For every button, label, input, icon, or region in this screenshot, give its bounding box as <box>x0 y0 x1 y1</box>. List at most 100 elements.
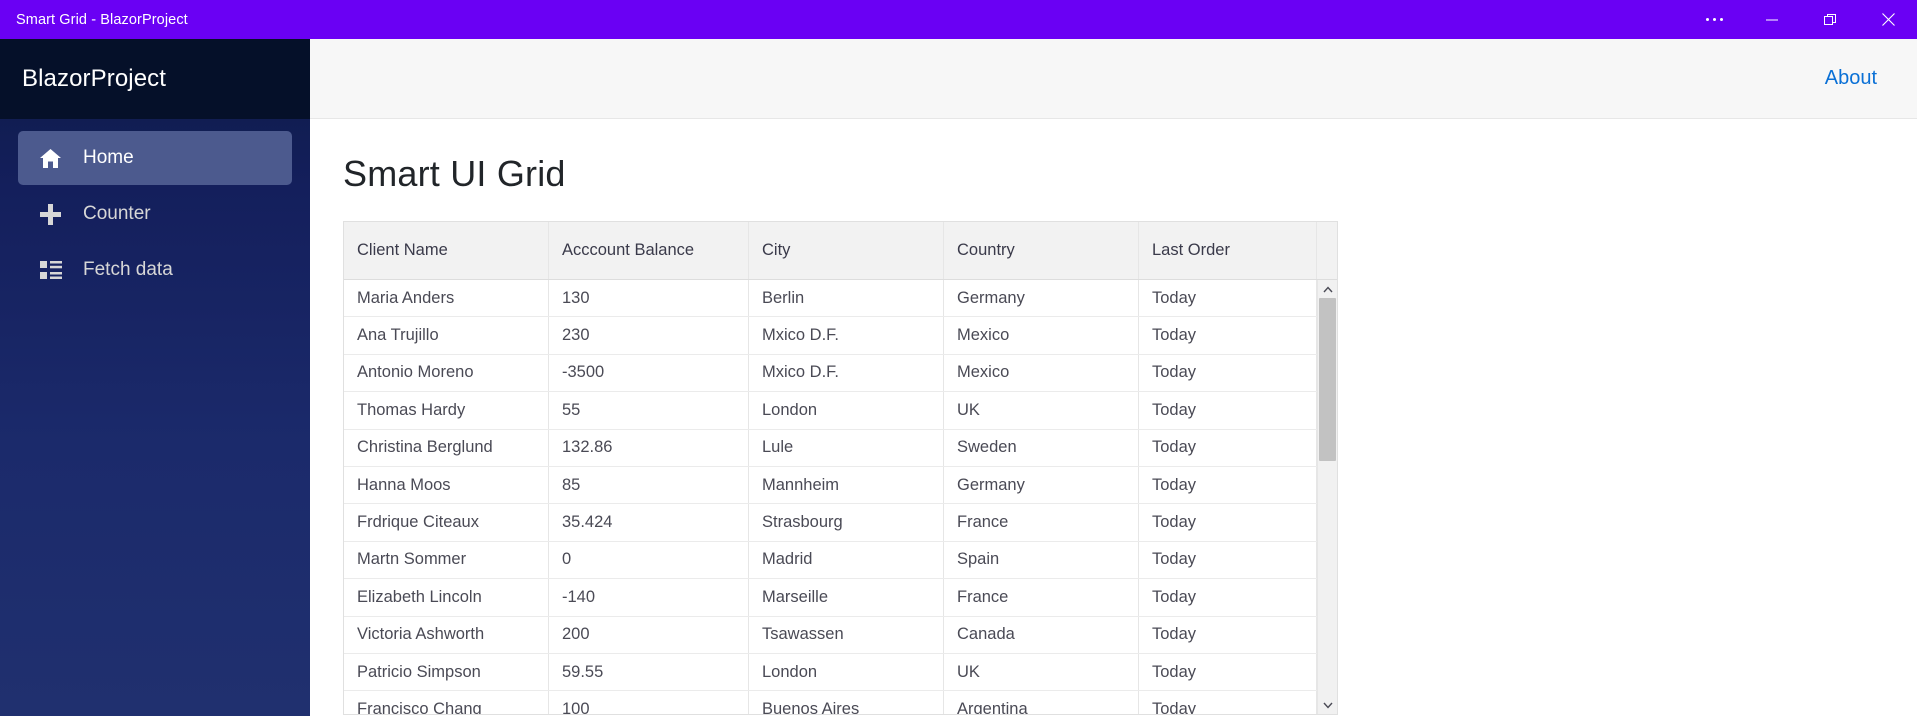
grid-column-header[interactable]: City <box>749 222 944 279</box>
grid-cell[interactable]: 55 <box>549 392 749 429</box>
grid-cell[interactable]: Today <box>1139 653 1317 691</box>
table-row[interactable]: Maria Anders 130 Berlin Germany Today <box>344 280 1337 318</box>
grid-cell[interactable]: Elizabeth Lincoln <box>344 579 549 616</box>
minimize-button[interactable] <box>1743 0 1801 39</box>
grid-cell[interactable]: -140 <box>549 579 749 616</box>
grid-cell[interactable]: Mannheim <box>749 466 944 504</box>
grid-cell[interactable]: France <box>944 579 1139 616</box>
grid-cell[interactable]: 59.55 <box>549 653 749 691</box>
grid-cell[interactable]: 230 <box>549 317 749 354</box>
grid-cell[interactable]: 85 <box>549 466 749 504</box>
grid-cell[interactable]: Hanna Moos <box>344 466 549 504</box>
grid-cell[interactable]: Lule <box>749 429 944 466</box>
more-options-button[interactable] <box>1685 0 1743 39</box>
grid-cell[interactable]: Today <box>1139 280 1317 317</box>
grid-cell[interactable]: Strasbourg <box>749 504 944 541</box>
grid-cell[interactable]: Today <box>1139 616 1317 653</box>
grid-cell[interactable]: Canada <box>944 616 1139 653</box>
grid-cell[interactable]: Today <box>1139 392 1317 429</box>
grid-header-row: Client Name Acccount Balance City Country La… <box>344 222 1337 280</box>
scrollbar-thumb[interactable] <box>1319 298 1336 462</box>
table-row[interactable]: Francisco Chang 100 Buenos Aires Argentina T… <box>344 691 1337 714</box>
grid-cell[interactable]: Francisco Chang <box>344 691 549 714</box>
window-controls <box>1685 0 1917 39</box>
minimize-icon <box>1766 19 1778 20</box>
scroll-down-button[interactable] <box>1318 696 1337 714</box>
grid-cell[interactable]: Buenos Aires <box>749 691 944 714</box>
grid-cell[interactable]: Today <box>1139 354 1317 392</box>
sidebar-item-counter[interactable]: Counter <box>18 187 292 241</box>
table-row[interactable]: Ana Trujillo 230 Mxico D.F. Mexico Today <box>344 317 1337 355</box>
grid-cell[interactable]: UK <box>944 392 1139 429</box>
grid-cell[interactable]: Today <box>1139 541 1317 579</box>
grid-cell[interactable]: Maria Anders <box>344 280 549 317</box>
grid-cell[interactable]: Ana Trujillo <box>344 317 549 354</box>
grid-cell[interactable]: Frdrique Citeaux <box>344 504 549 541</box>
grid-cell[interactable]: Patricio Simpson <box>344 653 549 691</box>
grid-cell[interactable]: Mexico <box>944 317 1139 354</box>
scrollbar-track[interactable] <box>1318 298 1337 696</box>
sidebar-item-label: Counter <box>83 203 151 224</box>
close-button[interactable] <box>1859 0 1917 39</box>
grid-cell[interactable]: Mexico <box>944 354 1139 392</box>
grid-cell[interactable]: Argentina <box>944 691 1139 714</box>
grid-cell[interactable]: France <box>944 504 1139 541</box>
table-row[interactable]: Elizabeth Lincoln -140 Marseille France Toda… <box>344 579 1337 617</box>
scroll-up-button[interactable] <box>1318 280 1337 298</box>
grid-cell[interactable]: Victoria Ashworth <box>344 616 549 653</box>
sidebar-item-home[interactable]: Home <box>18 131 292 185</box>
table-row[interactable]: Antonio Moreno -3500 Mxico D.F. Mexico Today <box>344 354 1337 393</box>
grid-cell[interactable]: 100 <box>549 691 749 714</box>
grid-cell[interactable]: Spain <box>944 541 1139 579</box>
about-link[interactable]: About <box>1825 67 1877 90</box>
table-row[interactable]: Patricio Simpson 59.55 London UK Today <box>344 653 1337 692</box>
grid-cell[interactable]: Mxico D.F. <box>749 354 944 392</box>
grid-cell[interactable]: Martn Sommer <box>344 541 549 579</box>
grid-cell[interactable]: 130 <box>549 280 749 317</box>
restore-button[interactable] <box>1801 0 1859 39</box>
sidebar-nav: Home Counter Fetch data <box>0 119 310 297</box>
grid-cell[interactable]: Madrid <box>749 541 944 579</box>
grid-column-header[interactable]: Acccount Balance <box>549 222 749 279</box>
data-grid: Client Name Acccount Balance City Country La… <box>343 221 1338 715</box>
grid-column-header[interactable]: Last Order <box>1139 222 1317 279</box>
grid-cell[interactable]: Thomas Hardy <box>344 392 549 429</box>
table-row[interactable]: Frdrique Citeaux 35.424 Strasbourg France To… <box>344 504 1337 542</box>
table-row[interactable]: Thomas Hardy 55 London UK Today <box>344 392 1337 430</box>
grid-column-header[interactable]: Country <box>944 222 1139 279</box>
grid-cell[interactable]: 35.424 <box>549 504 749 541</box>
sidebar-brand[interactable]: BlazorProject <box>0 39 310 119</box>
table-row[interactable]: Victoria Ashworth 200 Tsawassen Canada Today <box>344 616 1337 654</box>
grid-body: Maria Anders 130 Berlin Germany Today Ana Tru… <box>344 280 1337 714</box>
table-row[interactable]: Christina Berglund 132.86 Lule Sweden Today <box>344 429 1337 467</box>
table-row[interactable]: Martn Sommer 0 Madrid Spain Today <box>344 541 1337 580</box>
grid-cell[interactable]: Christina Berglund <box>344 429 549 466</box>
grid-cell[interactable]: Germany <box>944 466 1139 504</box>
grid-cell[interactable]: Marseille <box>749 579 944 616</box>
grid-cell[interactable]: Today <box>1139 691 1317 714</box>
grid-vertical-scrollbar[interactable] <box>1317 280 1337 714</box>
grid-cell[interactable]: Today <box>1139 429 1317 466</box>
grid-cell[interactable]: Tsawassen <box>749 616 944 653</box>
grid-cell[interactable]: London <box>749 653 944 691</box>
grid-cell[interactable]: Berlin <box>749 280 944 317</box>
grid-cell[interactable]: Today <box>1139 504 1317 541</box>
grid-cell[interactable]: London <box>749 392 944 429</box>
grid-cell[interactable]: 132.86 <box>549 429 749 466</box>
chevron-down-icon <box>1322 702 1333 709</box>
grid-cell[interactable]: -3500 <box>549 354 749 392</box>
grid-cell[interactable]: Antonio Moreno <box>344 354 549 392</box>
table-row[interactable]: Hanna Moos 85 Mannheim Germany Today <box>344 466 1337 505</box>
grid-cell[interactable]: 200 <box>549 616 749 653</box>
grid-cell[interactable]: Today <box>1139 466 1317 504</box>
grid-cell[interactable]: Germany <box>944 280 1139 317</box>
grid-cell[interactable]: UK <box>944 653 1139 691</box>
grid-cell[interactable]: Today <box>1139 579 1317 616</box>
grid-column-header[interactable]: Client Name <box>344 222 549 279</box>
grid-cell[interactable]: Today <box>1139 317 1317 354</box>
grid-cell[interactable]: Sweden <box>944 429 1139 466</box>
grid-cell[interactable]: Mxico D.F. <box>749 317 944 354</box>
sidebar: BlazorProject Home Counter Fetch data <box>0 39 310 716</box>
grid-cell[interactable]: 0 <box>549 541 749 579</box>
sidebar-item-fetch-data[interactable]: Fetch data <box>18 243 292 297</box>
